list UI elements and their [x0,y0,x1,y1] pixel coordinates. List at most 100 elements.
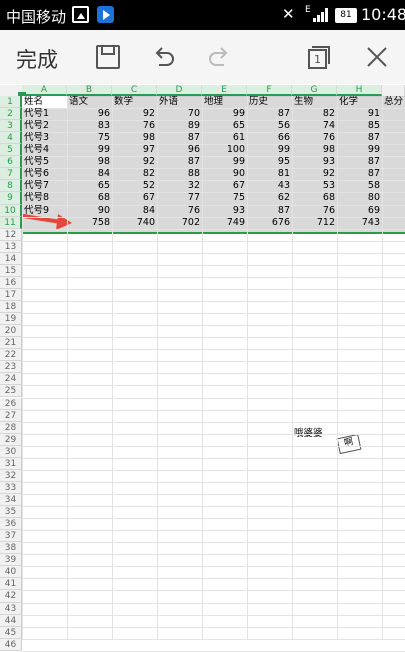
cell[interactable]: 87 [247,108,292,120]
row-header[interactable]: 24 [0,373,22,386]
cell[interactable]: 82 [112,168,157,180]
row-header[interactable]: 44 [0,614,22,627]
cell[interactable]: 67 [112,192,157,204]
row-header[interactable]: 33 [0,481,22,494]
cell[interactable]: 76 [292,205,337,217]
close-icon[interactable] [364,44,390,70]
row-header[interactable]: 18 [0,301,22,314]
cell[interactable]: 化学 [337,96,382,108]
row-header[interactable]: 16 [0,276,22,289]
cell[interactable]: 90 [202,168,247,180]
cell[interactable]: 93 [292,156,337,168]
cell[interactable]: 89 [157,120,202,132]
cell[interactable]: 53 [292,180,337,192]
row-header[interactable]: 12 [0,228,22,241]
save-icon[interactable] [95,44,121,70]
cell[interactable]: 58 [337,180,382,192]
cell[interactable]: 代号5 [22,156,67,168]
cell[interactable]: 702 [157,217,202,229]
row-header[interactable]: 1 [0,96,22,109]
cell[interactable]: 代号4 [22,144,67,156]
cell[interactable]: 92 [112,108,157,120]
cell[interactable]: 95 [247,156,292,168]
column-header[interactable]: B [67,85,112,96]
cell[interactable]: 75 [202,192,247,204]
cell[interactable]: 93 [202,205,247,217]
row-header[interactable]: 20 [0,325,22,338]
row-header[interactable]: 30 [0,445,22,458]
row-header[interactable]: 2 [0,108,22,121]
cell[interactable]: 98 [67,156,112,168]
cell[interactable]: 84 [112,205,157,217]
row-header[interactable]: 27 [0,409,22,422]
row-header[interactable]: 28 [0,421,22,434]
cell[interactable]: 92 [292,168,337,180]
cell[interactable]: 87 [337,132,382,144]
column-header[interactable]: D [157,85,202,96]
cell[interactable]: 87 [247,205,292,217]
column-header[interactable]: C [112,85,157,96]
cell[interactable]: 总分 [382,96,405,108]
cell[interactable]: 96 [67,108,112,120]
cell[interactable]: 99 [337,144,382,156]
cell[interactable]: 67 [202,180,247,192]
cell[interactable]: 76 [112,120,157,132]
cell[interactable]: 历史 [247,96,292,108]
row-header[interactable]: 43 [0,602,22,615]
column-header[interactable]: A [22,85,67,96]
done-button[interactable]: 完成 [16,44,58,74]
row-header[interactable]: 6 [0,156,22,169]
cell[interactable]: 87 [337,156,382,168]
cell[interactable]: 99 [247,144,292,156]
row-header[interactable]: 32 [0,469,22,482]
cell[interactable]: 98 [292,144,337,156]
row-header[interactable]: 39 [0,554,22,567]
row-header[interactable]: 41 [0,578,22,591]
row-header[interactable]: 14 [0,252,22,265]
spreadsheet-grid[interactable]: ABCDEFGH 哦婆婆 啊 1 2 3 4 5 6 7 8 9 10 11 12 13 14 15 16 17… [0,85,405,652]
cell[interactable]: 70 [157,108,202,120]
undo-icon[interactable] [150,44,176,70]
row-header[interactable]: 21 [0,337,22,350]
cell[interactable]: 88 [157,168,202,180]
cell[interactable]: 75 [67,132,112,144]
cell[interactable]: 99 [67,144,112,156]
cell[interactable]: 83 [67,120,112,132]
row-header[interactable]: 22 [0,349,22,362]
row-header[interactable]: 7 [0,168,22,181]
cell[interactable]: 74 [292,120,337,132]
cell[interactable]: 代号1 [22,108,67,120]
floating-text[interactable]: 哦婆婆 [294,425,323,439]
row-header[interactable]: 5 [0,144,22,157]
column-header[interactable]: G [292,85,337,96]
cell[interactable]: 87 [157,132,202,144]
row-header[interactable]: 45 [0,626,22,639]
window-count-icon[interactable]: 1 [307,44,333,70]
row-header[interactable]: 10 [0,204,22,217]
row-header[interactable]: 3 [0,120,22,133]
cell[interactable]: 68 [67,192,112,204]
cell[interactable]: 758 [67,217,112,229]
column-header[interactable] [382,85,405,96]
cell[interactable]: 80 [337,192,382,204]
cell[interactable]: 68 [292,192,337,204]
row-header[interactable]: 17 [0,288,22,301]
row-header[interactable]: 46 [0,638,22,651]
cell[interactable]: 代号2 [22,120,67,132]
cell[interactable]: 81 [247,168,292,180]
cell[interactable]: 77 [157,192,202,204]
cell[interactable]: 外语 [157,96,202,108]
cell[interactable]: 65 [67,180,112,192]
cell[interactable]: 65 [202,120,247,132]
cell[interactable]: 43 [247,180,292,192]
row-header[interactable]: 38 [0,542,22,555]
cell[interactable]: 85 [337,120,382,132]
cell[interactable]: 84 [67,168,112,180]
cell[interactable]: 66 [247,132,292,144]
row-header[interactable]: 23 [0,361,22,374]
row-header[interactable]: 11 [0,216,22,229]
cell[interactable]: 91 [337,108,382,120]
cell[interactable]: 代号7 [22,180,67,192]
cell[interactable]: 数学 [112,96,157,108]
cell[interactable]: 姓名 [22,96,67,108]
